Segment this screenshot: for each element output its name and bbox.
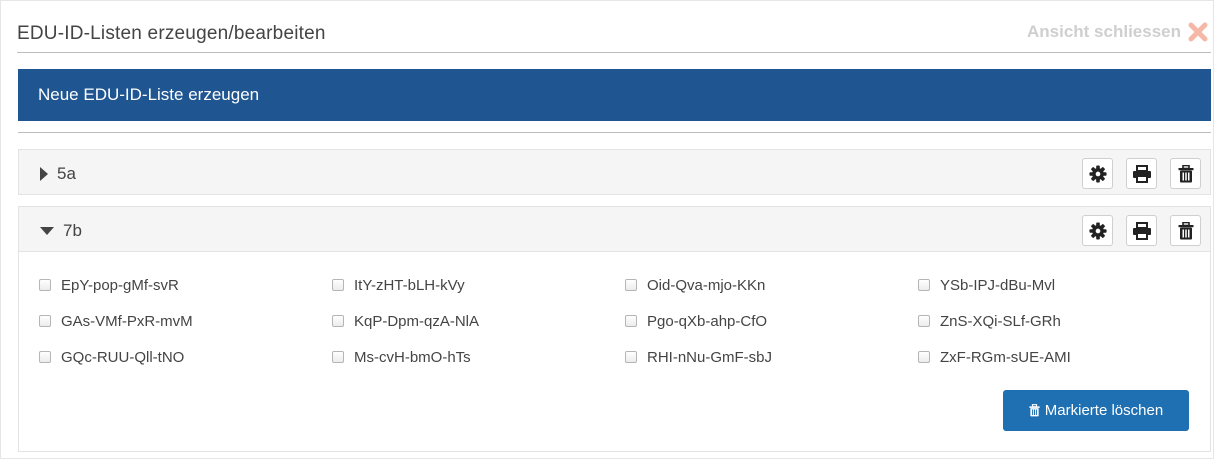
caret-down-icon: [40, 227, 54, 235]
edu-id-item[interactable]: KqP-Dpm-qzA-NlA: [332, 310, 625, 332]
settings-button[interactable]: [1082, 158, 1113, 189]
trash-icon: [1029, 404, 1040, 417]
edu-id-item[interactable]: GAs-VMf-PxR-mvM: [39, 310, 332, 332]
edu-id-item[interactable]: ZxF-RGm-sUE-AMI: [918, 346, 1199, 368]
edu-id-item[interactable]: GQc-RUU-Qll-tNO: [39, 346, 332, 368]
edu-id-label: RHI-nNu-GmF-sbJ: [647, 348, 773, 366]
delete-group-button[interactable]: [1170, 158, 1201, 189]
gear-icon: [1088, 164, 1107, 183]
group-toggle-5a[interactable]: 5a: [39, 164, 76, 184]
new-list-label: Neue EDU-ID-Liste erzeugen: [38, 85, 260, 104]
edu-id-item[interactable]: ItY-zHT-bLH-kVy: [332, 274, 625, 296]
edu-id-label: EpY-pop-gMf-svR: [61, 276, 179, 294]
checkbox[interactable]: [625, 351, 637, 363]
checkbox[interactable]: [918, 279, 930, 291]
edu-id-label: KqP-Dpm-qzA-NlA: [354, 312, 480, 330]
group-name: 5a: [57, 164, 76, 183]
print-icon: [1132, 221, 1151, 240]
group-header-5a: 5a: [18, 149, 1211, 195]
close-view-button[interactable]: Ansicht schliessen: [1027, 21, 1209, 43]
print-button[interactable]: [1126, 158, 1157, 189]
settings-button[interactable]: [1082, 215, 1113, 246]
close-icon: [1188, 22, 1208, 42]
delete-marked-button[interactable]: Markierte löschen: [1003, 390, 1189, 431]
edu-id-item[interactable]: RHI-nNu-GmF-sbJ: [625, 346, 918, 368]
edu-id-label: Ms-cvH-bmO-hTs: [354, 348, 471, 366]
trash-icon: [1178, 221, 1193, 239]
print-button[interactable]: [1126, 215, 1157, 246]
trash-icon: [1178, 164, 1193, 182]
panel-header: EDU-ID-Listen erzeugen/bearbeiten Ansich…: [17, 13, 1211, 53]
checkbox[interactable]: [918, 351, 930, 363]
group-body-7b: EpY-pop-gMf-svR ItY-zHT-bLH-kVy Oid-Qva-…: [18, 252, 1211, 452]
checkbox[interactable]: [918, 315, 930, 327]
group-toggle-7b[interactable]: 7b: [39, 221, 82, 241]
group-actions: [1082, 158, 1201, 189]
page-title: EDU-ID-Listen erzeugen/bearbeiten: [17, 23, 326, 44]
new-list-button[interactable]: Neue EDU-ID-Liste erzeugen: [18, 69, 1211, 121]
caret-right-icon: [40, 167, 48, 181]
edu-id-label: Pgo-qXb-ahp-CfO: [647, 312, 768, 330]
edu-id-label: GAs-VMf-PxR-mvM: [61, 312, 193, 330]
checkbox[interactable]: [39, 351, 51, 363]
edu-id-item[interactable]: ZnS-XQi-SLf-GRh: [918, 310, 1199, 332]
edu-id-label: ItY-zHT-bLH-kVy: [354, 276, 465, 294]
edu-id-item[interactable]: EpY-pop-gMf-svR: [39, 274, 332, 296]
divider: [18, 132, 1211, 133]
edu-id-label: YSb-IPJ-dBu-Mvl: [940, 276, 1056, 294]
edu-id-item[interactable]: Oid-Qva-mjo-KKn: [625, 274, 918, 296]
gear-icon: [1088, 221, 1107, 240]
checkbox[interactable]: [39, 315, 51, 327]
close-view-label: Ansicht schliessen: [1026, 22, 1181, 41]
edu-id-label: ZxF-RGm-sUE-AMI: [940, 348, 1071, 366]
checkbox[interactable]: [39, 279, 51, 291]
edu-id-panel: EDU-ID-Listen erzeugen/bearbeiten Ansich…: [0, 0, 1214, 459]
edu-id-item[interactable]: Ms-cvH-bmO-hTs: [332, 346, 625, 368]
checkbox[interactable]: [332, 279, 344, 291]
edu-id-item[interactable]: YSb-IPJ-dBu-Mvl: [918, 274, 1199, 296]
print-icon: [1132, 164, 1151, 183]
group-actions: [1082, 215, 1201, 246]
checkbox[interactable]: [625, 279, 637, 291]
checkbox[interactable]: [332, 351, 344, 363]
delete-group-button[interactable]: [1170, 215, 1201, 246]
edu-id-label: GQc-RUU-Qll-tNO: [61, 348, 185, 366]
group-name: 7b: [63, 221, 82, 240]
group-header-7b: 7b: [18, 206, 1211, 252]
edu-id-label: ZnS-XQi-SLf-GRh: [940, 312, 1061, 330]
edu-id-label: Oid-Qva-mjo-KKn: [647, 276, 766, 294]
edu-id-item[interactable]: Pgo-qXb-ahp-CfO: [625, 310, 918, 332]
checkbox[interactable]: [332, 315, 344, 327]
edu-id-grid: EpY-pop-gMf-svR ItY-zHT-bLH-kVy Oid-Qva-…: [39, 274, 1199, 382]
checkbox[interactable]: [625, 315, 637, 327]
delete-marked-label: Markierte löschen: [1044, 402, 1164, 419]
